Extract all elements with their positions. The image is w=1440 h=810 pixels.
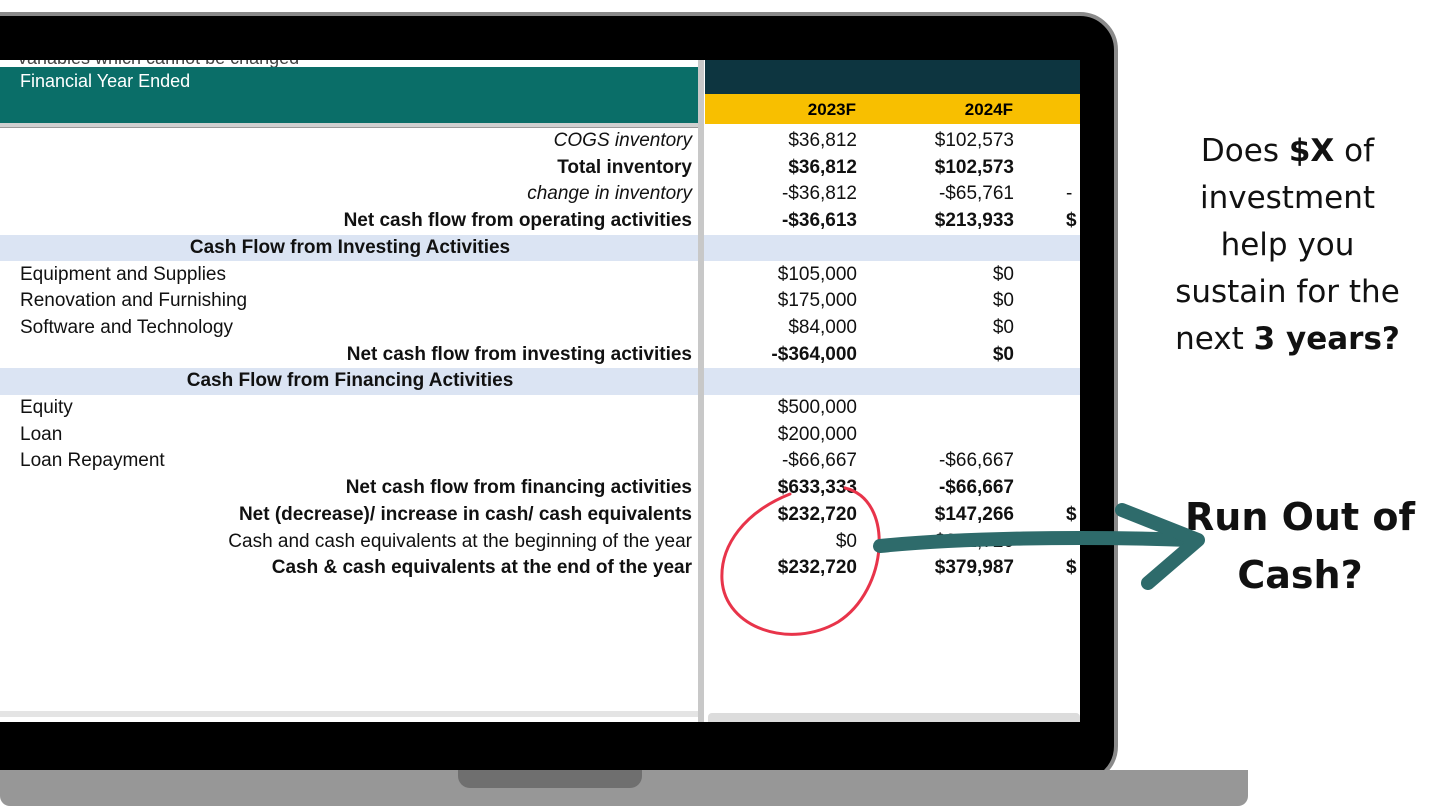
table-row[interactable]: Renovation and Furnishing $175,000 $0 [0,288,1080,315]
row-label: Total inventory [557,156,692,178]
section-header-row[interactable]: Cash Flow from Investing Activities [0,234,1080,262]
table-row[interactable]: Net cash flow from financing activities $… [0,475,1080,502]
value-cell-v3[interactable]: $ [1066,208,1077,235]
value-cell-v1[interactable]: -$36,613 [782,208,857,235]
value-cell-v1[interactable]: $105,000 [778,262,857,289]
sheet-tab-strip[interactable] [708,713,1080,722]
value-cell-v2[interactable]: $0 [993,262,1014,289]
value-cell-v1[interactable]: $500,000 [778,395,857,422]
table-row[interactable]: change in inventory -$36,812 -$65,761 - [0,181,1080,208]
value-cell-v1[interactable]: $633,333 [778,475,857,502]
row-label: COGS inventory [553,130,692,151]
value-cell-v1[interactable]: $175,000 [778,288,857,315]
table-row[interactable]: Loan $200,000 [0,422,1080,449]
value-cell-v2[interactable]: $232,720 [935,529,1014,556]
value-cell-v1[interactable]: $84,000 [788,315,857,342]
table-row[interactable]: Equity $500,000 [0,395,1080,422]
table-row[interactable]: Cash & cash equivalents at the end of th… [0,555,1080,582]
laptop-notch [458,770,642,788]
value-cell-v2[interactable]: $0 [993,342,1014,369]
value-cell-v2[interactable]: $379,987 [935,555,1014,582]
table-row[interactable]: Total inventory $36,812 $102,573 [0,155,1080,182]
value-cell-v2[interactable]: $213,933 [935,208,1014,235]
row-label: Net cash flow from financing activities [345,477,692,499]
row-label: Cash & cash equivalents at the end of th… [271,557,692,579]
sheet-scroll-area[interactable] [0,711,698,717]
value-cell-v2[interactable]: $0 [993,288,1014,315]
column-divider [698,60,704,722]
row-label: Cash Flow from Financing Activities [186,370,514,392]
value-cell-v3[interactable]: $ [1066,502,1077,529]
value-cell-v1[interactable]: $36,812 [788,155,857,182]
table-row[interactable]: Equipment and Supplies $105,000 $0 [0,262,1080,289]
row-label: Cash and cash equivalents at the beginni… [228,530,692,552]
table-row[interactable]: Net cash flow from operating activities -… [0,208,1080,235]
table-row[interactable]: Net cash flow from investing activities -… [0,342,1080,369]
row-label: Loan [20,423,63,445]
value-cell-v3[interactable]: $ [1066,555,1077,582]
value-cell-v1[interactable]: -$66,667 [782,448,857,475]
row-label: Net (decrease)/ increase in cash/ cash e… [238,503,692,525]
value-cell-v2[interactable]: -$66,667 [939,448,1014,475]
table-row[interactable]: Loan Repayment -$66,667 -$66,667 [0,448,1080,475]
row-label: Software and Technology [20,316,234,338]
row-label: Loan Repayment [20,450,165,472]
value-cell-v1[interactable]: $232,720 [778,555,857,582]
row-label: Cash Flow from Investing Activities [189,236,511,258]
header-year-band [705,94,1080,124]
value-cell-v2[interactable]: $102,573 [935,128,1014,155]
section-header-row[interactable]: Cash Flow from Financing Activities [0,368,1080,395]
value-cell-v2[interactable]: $102,573 [935,155,1014,182]
row-label: Equity [20,397,73,418]
row-label: Net cash flow from investing activities [346,343,692,365]
row-label: Equipment and Supplies [20,263,226,285]
header-dark-band [705,60,1080,94]
value-cell-v2[interactable]: $0 [993,315,1014,342]
table-row[interactable]: COGS inventory $36,812 $102,573 [0,128,1080,155]
value-cell-v1[interactable]: $200,000 [778,422,857,449]
spreadsheet-screen: variables which cannot be changed Financ… [0,60,1080,722]
row-label: Net cash flow from operating activities [343,210,692,232]
run-out-of-cash-callout: Run Out of Cash? [1185,495,1415,597]
value-cell-v2[interactable]: $147,266 [935,502,1014,529]
header-label-cell[interactable]: Financial Year Ended [0,67,698,123]
year-header-2023[interactable]: 2023F [776,100,856,120]
table-row[interactable]: Software and Technology $84,000 $0 [0,315,1080,342]
investment-question: Does $X of investment help you sustain f… [1175,133,1400,357]
header-label: Financial Year Ended [20,71,191,91]
table-row[interactable]: Net (decrease)/ increase in cash/ cash e… [0,502,1080,529]
table-row[interactable]: Cash and cash equivalents at the beginni… [0,529,1080,556]
value-cell-v1[interactable]: -$36,812 [782,181,857,208]
value-cell-v3[interactable]: - [1066,181,1072,208]
value-cell-v1[interactable]: -$364,000 [771,342,857,369]
value-cell-v2[interactable]: -$65,761 [939,181,1014,208]
value-cell-v2[interactable]: -$66,667 [939,475,1014,502]
row-label: Renovation and Furnishing [20,290,248,312]
value-cell-v1[interactable]: $36,812 [788,128,857,155]
value-cell-v1[interactable]: $0 [836,529,857,556]
year-header-2024[interactable]: 2024F [933,100,1013,120]
value-cell-v1[interactable]: $232,720 [778,502,857,529]
row-label: change in inventory [527,183,692,205]
